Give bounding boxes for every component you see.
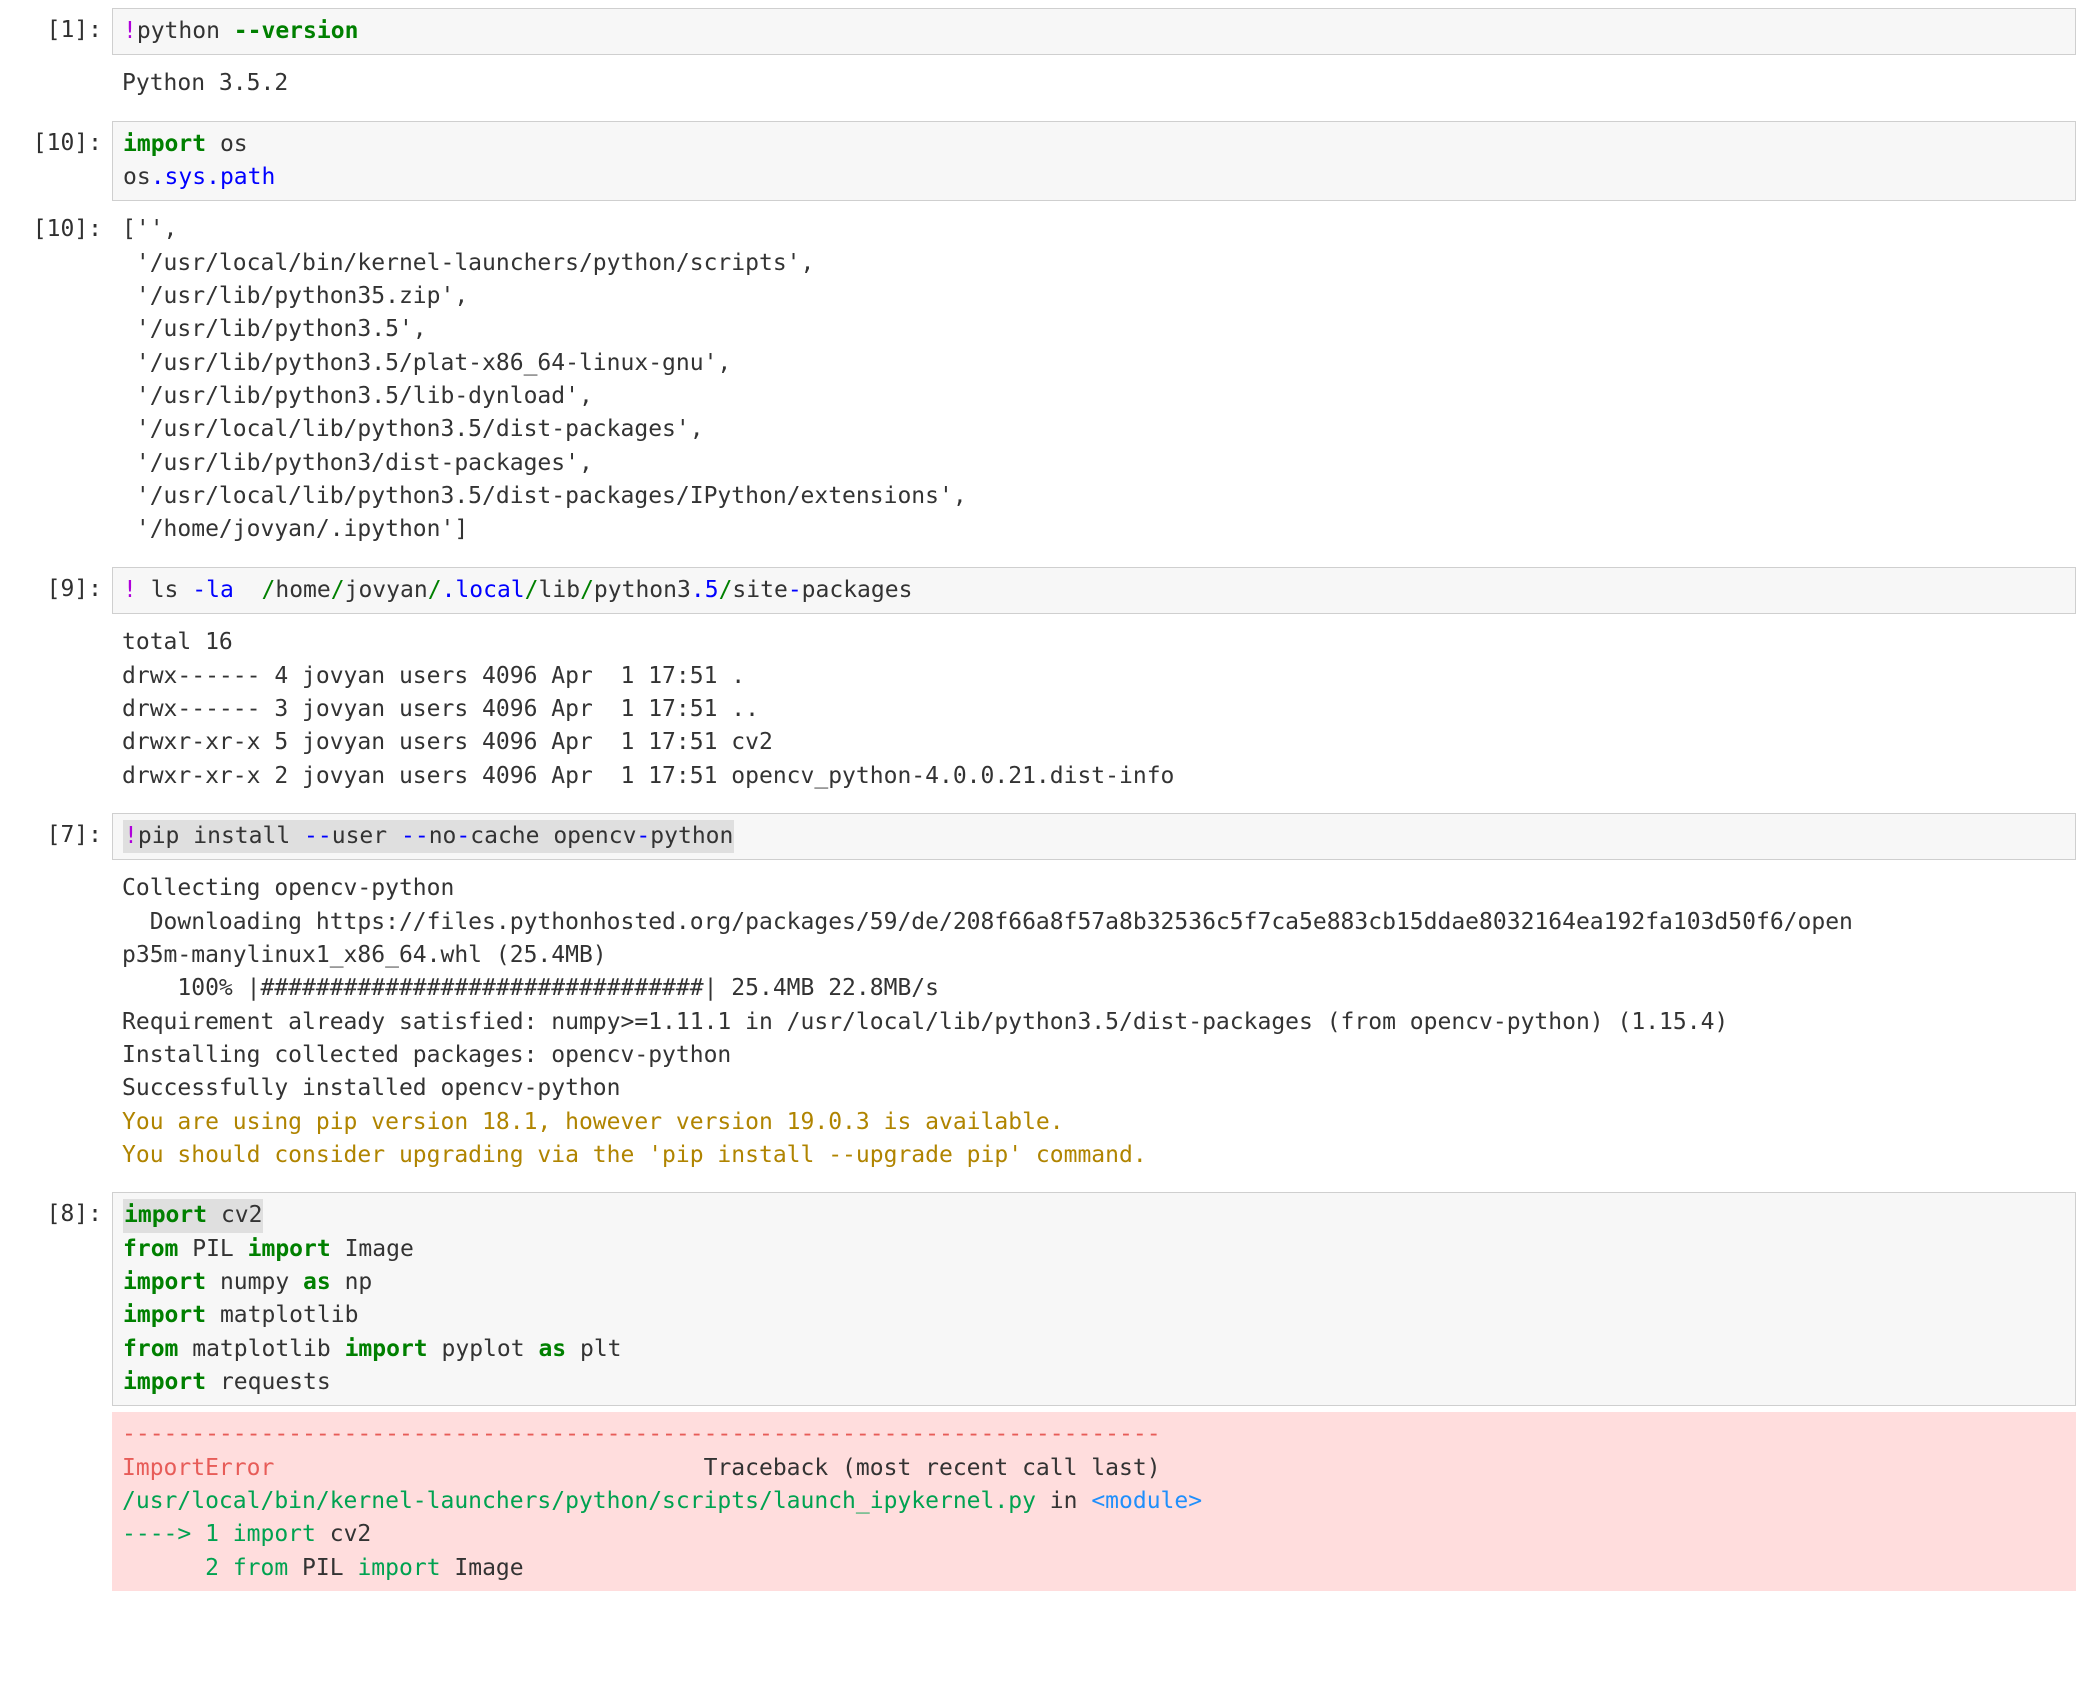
- code-input[interactable]: ! ls -la /home/jovyan/.local/lib/python3…: [112, 567, 2076, 614]
- error-output-cell: ----------------------------------------…: [0, 1412, 2076, 1591]
- code-cell[interactable]: [1]: !python --version: [0, 8, 2076, 55]
- code-input[interactable]: !python --version: [112, 8, 2076, 55]
- cell-prompt: [0, 620, 112, 632]
- output-cell: Python 3.5.2: [0, 61, 2076, 106]
- cell-prompt: [7]:: [0, 813, 112, 858]
- cell-prompt: [10]:: [0, 207, 112, 252]
- code-input[interactable]: import os os.sys.path: [112, 121, 2076, 202]
- execute-result: ['', '/usr/local/bin/kernel-launchers/py…: [112, 207, 2076, 552]
- cell-prompt: [8]:: [0, 1192, 112, 1237]
- cell-prompt: [0, 1412, 112, 1424]
- cell-prompt: [10]:: [0, 121, 112, 166]
- notebook-page: [1]: !python --version Python 3.5.2 [10]…: [0, 0, 2076, 1591]
- code-input[interactable]: import cv2 from PIL import Image import …: [112, 1192, 2076, 1406]
- traceback-output: ----------------------------------------…: [112, 1412, 2076, 1591]
- cell-prompt: [0, 866, 112, 878]
- code-cell[interactable]: [9]: ! ls -la /home/jovyan/.local/lib/py…: [0, 567, 2076, 614]
- stdout-output: Python 3.5.2: [112, 61, 2076, 106]
- output-cell: Collecting opencv-python Downloading htt…: [0, 866, 2076, 1178]
- output-cell: total 16 drwx------ 4 jovyan users 4096 …: [0, 620, 2076, 799]
- code-cell[interactable]: [10]: import os os.sys.path: [0, 121, 2076, 202]
- cell-prompt: [0, 61, 112, 73]
- output-cell: [10]: ['', '/usr/local/bin/kernel-launch…: [0, 207, 2076, 552]
- code-cell[interactable]: [7]: !pip install --user --no-cache open…: [0, 813, 2076, 860]
- stdout-output: total 16 drwx------ 4 jovyan users 4096 …: [112, 620, 2076, 799]
- code-input[interactable]: !pip install --user --no-cache opencv-py…: [112, 813, 2076, 860]
- cell-prompt: [9]:: [0, 567, 112, 612]
- stdout-output: Collecting opencv-python Downloading htt…: [112, 866, 2076, 1178]
- code-cell[interactable]: [8]: import cv2 from PIL import Image im…: [0, 1192, 2076, 1406]
- cell-prompt: [1]:: [0, 8, 112, 53]
